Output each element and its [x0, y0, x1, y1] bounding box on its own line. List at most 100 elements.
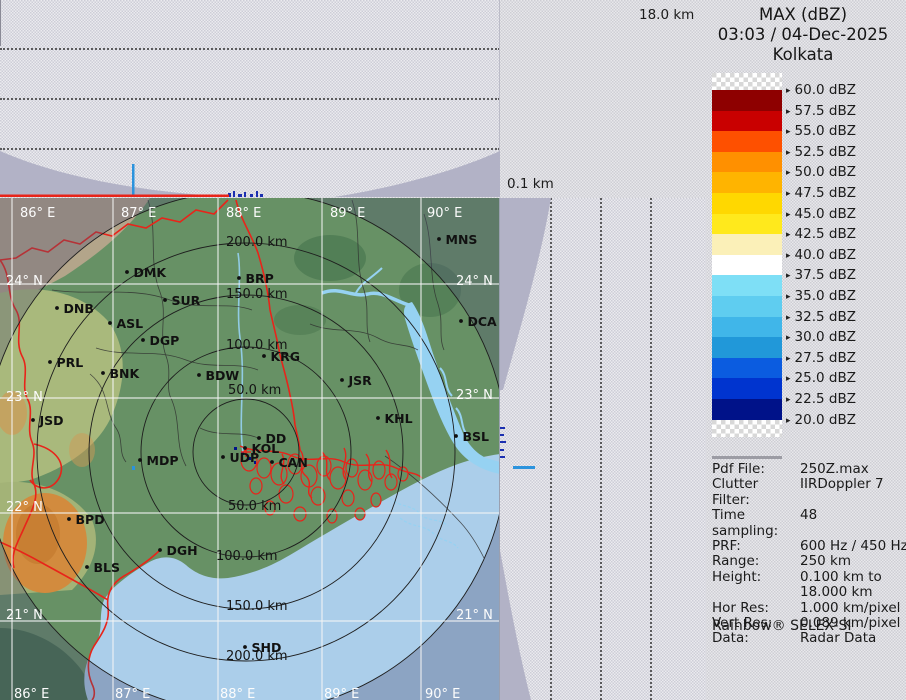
latlon-label: 86° E [14, 687, 49, 700]
echo-profile-spike [132, 164, 135, 196]
city-label: SHD [252, 640, 282, 655]
colorbar-swatch [712, 317, 782, 338]
city-label: JSR [348, 373, 373, 388]
city-label: ASL [117, 316, 144, 331]
city-label: DGH [167, 543, 198, 558]
legend-value: ▸ 22.5 dBZ [786, 391, 856, 407]
latlon-label: 88° E [226, 206, 261, 221]
latlon-label: 22° N [6, 500, 43, 515]
beam-limit-wedge-right [334, 151, 500, 197]
city-dot [376, 416, 380, 420]
colorbar-swatch [712, 358, 782, 379]
latlon-label: 24° N [6, 274, 43, 289]
city-dot [340, 378, 344, 382]
city-dot [67, 517, 71, 521]
metadata-label [712, 585, 800, 600]
city-label: DMK [134, 265, 168, 280]
range-ring-label: 150.0 km [226, 287, 288, 302]
city-dot [31, 418, 35, 422]
city-dot [48, 360, 52, 364]
legend-value: ▸40.0 dBZ [786, 247, 856, 263]
metadata-label: Range: [712, 554, 800, 569]
legend-tick-arrow: ▸ [786, 127, 791, 137]
colorbar-swatch-transparent [712, 73, 782, 90]
radar-site-name: Kolkata [700, 45, 906, 65]
legend-tick-arrow: ▸ [786, 395, 791, 405]
beam-limit-wedge-top [500, 198, 551, 390]
colorbar-swatch-transparent [712, 420, 782, 437]
city-dot [141, 338, 145, 342]
colorbar-swatch [712, 193, 782, 214]
metadata-label: Time sampling: [712, 508, 800, 539]
radar-map-canvas[interactable]: 200.0 km150.0 km100.0 km50.0 km50.0 km10… [0, 198, 500, 700]
legend-value: ▸25.0 dBZ [786, 370, 856, 386]
latlon-label: 21° N [6, 608, 43, 623]
city-label: DCA [468, 314, 498, 329]
metadata-row: 18.000 km [712, 585, 906, 600]
city-label: JSD [39, 413, 64, 428]
range-ring-label: 150.0 km [226, 599, 288, 614]
range-ring-label: 200.0 km [226, 235, 288, 250]
legend-value: ▸27.5 dBZ [786, 350, 856, 366]
dbz-color-scale: ▸60.0 dBZ▸57.5 dBZ▸55.0 dBZ▸52.5 dBZ▸50.… [712, 73, 906, 441]
legend-value: ▸57.5 dBZ [786, 103, 856, 119]
colorbar-swatch [712, 90, 782, 111]
legend-tick-arrow: ▸ [786, 230, 791, 240]
product-title-block: MAX (dBZ) 03:03 / 04-Dec-2025 Kolkata [700, 5, 906, 65]
city-label: DGP [150, 333, 180, 348]
metadata-label: Hor Res: [712, 601, 800, 616]
city-label: BPD [76, 512, 105, 527]
city-label: SUR [172, 293, 201, 308]
map-right-border [499, 198, 500, 700]
latlon-label: 89° E [330, 206, 365, 221]
echo-profile-low-marks [228, 191, 263, 197]
top-height-projection-panel [0, 0, 500, 197]
colorbar-swatch [712, 131, 782, 152]
metadata-row: Range:250 km [712, 554, 906, 569]
latlon-label: 24° N [456, 274, 493, 289]
colorbar-swatch [712, 172, 782, 193]
colorbar-swatch [712, 152, 782, 173]
latlon-label: 86° E [20, 206, 55, 221]
legend-value-text: 52.5 dBZ [795, 144, 856, 160]
colorbar [712, 73, 782, 437]
echo-profile-bar [513, 466, 535, 469]
legend-value: ▸32.5 dBZ [786, 309, 856, 325]
latlon-label: 21° N [456, 608, 493, 623]
country-border-top [0, 195, 229, 198]
radar-map: 200.0 km150.0 km100.0 km50.0 km50.0 km10… [0, 198, 500, 700]
city-dot [158, 548, 162, 552]
legend-tick-arrow: ▸ [786, 292, 791, 302]
colorbar-swatch [712, 234, 782, 255]
latlon-label: 90° E [425, 687, 460, 700]
city-dot [243, 645, 247, 649]
latlon-label: 23° N [6, 390, 43, 405]
city-dot [138, 458, 142, 462]
legend-tick-arrow: ▸ [786, 168, 791, 178]
product-name: MAX (dBZ) [700, 5, 906, 25]
legend-value-text: 27.5 dBZ [795, 350, 856, 366]
city-label: MDP [147, 453, 179, 468]
top-panel-graphics [0, 0, 500, 197]
legend-value-text: 45.0 dBZ [795, 206, 856, 222]
colorbar-swatch [712, 378, 782, 399]
metadata-row: Height:0.100 km to [712, 570, 906, 585]
software-brand: Rainbow® SELEX-SI [712, 618, 851, 634]
legend-value: ▸55.0 dBZ [786, 123, 856, 139]
legend-value: ▸42.5 dBZ [786, 226, 856, 242]
legend-value: ▸45.0 dBZ [786, 206, 856, 222]
metadata-label: Pdf File: [712, 462, 800, 477]
latlon-label: 88° E [220, 687, 255, 700]
legend-value-text: 60.0 dBZ [795, 82, 856, 98]
legend-value-text: 50.0 dBZ [795, 164, 856, 180]
range-ring-label: 50.0 km [228, 499, 281, 514]
legend-tick-arrow: ▸ [786, 189, 791, 199]
metadata-label: PRF: [712, 539, 800, 554]
city-label: KHL [385, 411, 413, 426]
legend-value: ▸37.5 dBZ [786, 267, 856, 283]
legend-value: ▸ 50.0 dBZ [786, 164, 856, 180]
legend-value-text: 22.5 dBZ [795, 391, 856, 407]
product-datetime: 03:03 / 04-Dec-2025 [700, 25, 906, 45]
side-height-projection-panel [500, 198, 706, 700]
city-dot [437, 237, 441, 241]
